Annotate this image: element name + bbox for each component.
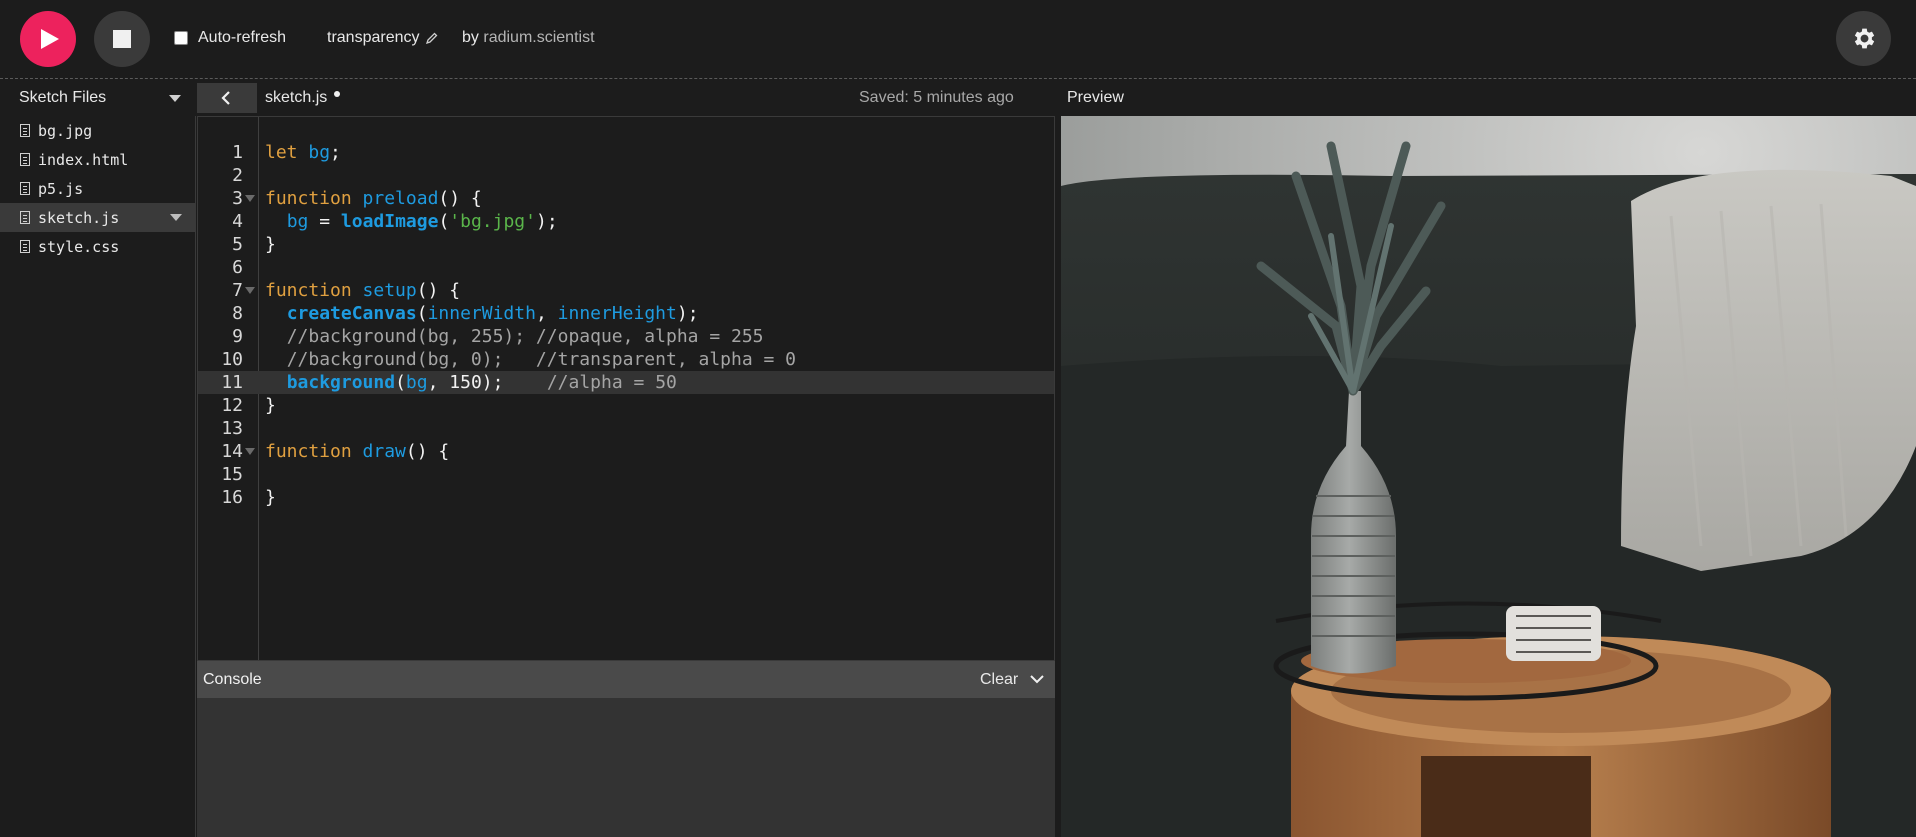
sketch-files-title: Sketch Files [19,89,107,106]
code-text: //background(bg, 255); //opaque, alpha =… [286,326,764,347]
file-item-index-html[interactable]: index.html [0,145,195,174]
code-line[interactable]: 10 //background(bg, 0); //transparent, a… [198,348,1054,371]
code-line[interactable]: 13 [198,417,1054,440]
code-text: background(bg, 150); //alpha = 50 [286,372,677,393]
file-item-bg-jpg[interactable]: bg.jpg [0,116,195,145]
preview-title: Preview [1067,89,1124,106]
play-button[interactable] [20,11,76,67]
file-icon [20,240,30,253]
author-credit: by radium.scientist [462,29,595,47]
stop-button[interactable] [94,11,150,67]
code-text: //background(bg, 0); //transparent, alph… [286,349,797,370]
fold-arrow-icon[interactable] [245,448,255,455]
by-label: by [462,29,479,46]
code-text: } [265,395,276,416]
console-header: Console Clear [197,661,1055,698]
code-line[interactable]: 1 let bg; [198,141,1054,164]
file-icon [20,124,30,137]
auto-refresh-label: Auto-refresh [198,29,287,46]
unsaved-indicator [334,91,340,97]
auto-refresh-checkbox[interactable] [174,31,188,45]
chevron-left-icon [221,91,230,105]
editor-tab-name[interactable]: sketch.js [265,89,327,107]
preview-pane [1061,116,1916,837]
line-number: 5 [232,234,243,255]
code-line[interactable]: 4 bg = loadImage('bg.jpg'); [198,210,1054,233]
code-line[interactable]: 2 [198,164,1054,187]
author-link[interactable]: radium.scientist [483,29,594,46]
code-line[interactable]: 12} [198,394,1054,417]
file-name: style.css [38,237,120,256]
code-text: function setup() { [265,280,461,301]
code-text: let bg; [265,142,341,163]
line-number: 1 [232,142,243,163]
collapse-sidebar-button[interactable] [197,83,257,113]
line-number: 6 [232,257,243,278]
chevron-down-icon[interactable] [169,95,181,102]
code-line[interactable]: 5} [198,233,1054,256]
code-line[interactable]: 14 function draw() { [198,440,1054,463]
line-number: 11 [221,372,243,393]
chevron-down-icon[interactable] [1029,673,1045,685]
line-number: 10 [221,349,243,370]
line-number: 15 [221,464,243,485]
fold-arrow-icon[interactable] [245,287,255,294]
line-number: 2 [232,165,243,186]
pencil-icon[interactable] [425,32,438,44]
code-line[interactable]: 8 createCanvas(innerWidth, innerHeight); [198,302,1054,325]
file-icon [20,211,30,224]
sketch-name-text: transparency [327,29,420,46]
line-number: 12 [221,395,243,416]
console-title: Console [203,671,262,688]
file-name: index.html [38,150,129,169]
code-line[interactable]: 9 //background(bg, 255); //opaque, alpha… [198,325,1054,348]
line-number: 9 [232,326,243,347]
clear-console-button[interactable]: Clear [980,671,1018,689]
file-item-style-css[interactable]: style.css [0,232,195,261]
line-number: 7 [232,280,243,301]
top-toolbar: Auto-refresh transparency by radium.scie… [0,0,1916,79]
sketch-name[interactable]: transparency [327,29,438,47]
line-number: 16 [221,487,243,508]
code-line[interactable]: 7 function setup() { [198,279,1054,302]
code-line[interactable]: 15 [198,463,1054,486]
file-name: bg.jpg [38,121,93,140]
line-number: 4 [232,211,243,232]
line-number: 8 [232,303,243,324]
file-name: p5.js [38,179,84,198]
chevron-down-icon[interactable] [170,214,182,221]
line-number: 14 [221,441,243,462]
code-line[interactable]: 3 function preload() { [198,187,1054,210]
code-line[interactable]: 16} [198,486,1054,509]
gear-icon [1854,28,1875,49]
file-sidebar: bg.jpg index.html p5.js sketch.js style.… [0,116,196,837]
code-text: function preload() { [265,188,482,209]
code-text: } [265,234,276,255]
settings-button[interactable] [1836,11,1891,66]
line-number: 3 [232,188,243,209]
code-text: createCanvas(innerWidth, innerHeight); [286,303,699,324]
file-item-sketch-js[interactable]: sketch.js [0,203,195,232]
saved-status: Saved: 5 minutes ago [859,89,1014,106]
code-editor[interactable]: 1 let bg; 2 3 function preload() {4 bg = loa… [197,116,1055,661]
play-icon [41,29,59,49]
file-icon [20,182,30,195]
code-line[interactable]: 6 [198,256,1054,279]
file-name: sketch.js [38,208,120,227]
fold-arrow-icon[interactable] [245,195,255,202]
console-output [197,698,1055,837]
code-line[interactable]: 11 background(bg, 150); //alpha = 50 [198,371,1054,394]
file-icon [20,153,30,166]
editor-header-bar: Sketch Files sketch.js Saved: 5 minutes … [0,80,1916,116]
preview-canvas [1061,116,1916,837]
code-text: bg = loadImage('bg.jpg'); [286,211,558,232]
auto-refresh-toggle[interactable]: Auto-refresh [174,29,286,47]
line-number: 13 [221,418,243,439]
code-text: } [265,487,276,508]
file-item-p5-js[interactable]: p5.js [0,174,195,203]
stop-icon [113,30,131,48]
code-text: function draw() { [265,441,450,462]
